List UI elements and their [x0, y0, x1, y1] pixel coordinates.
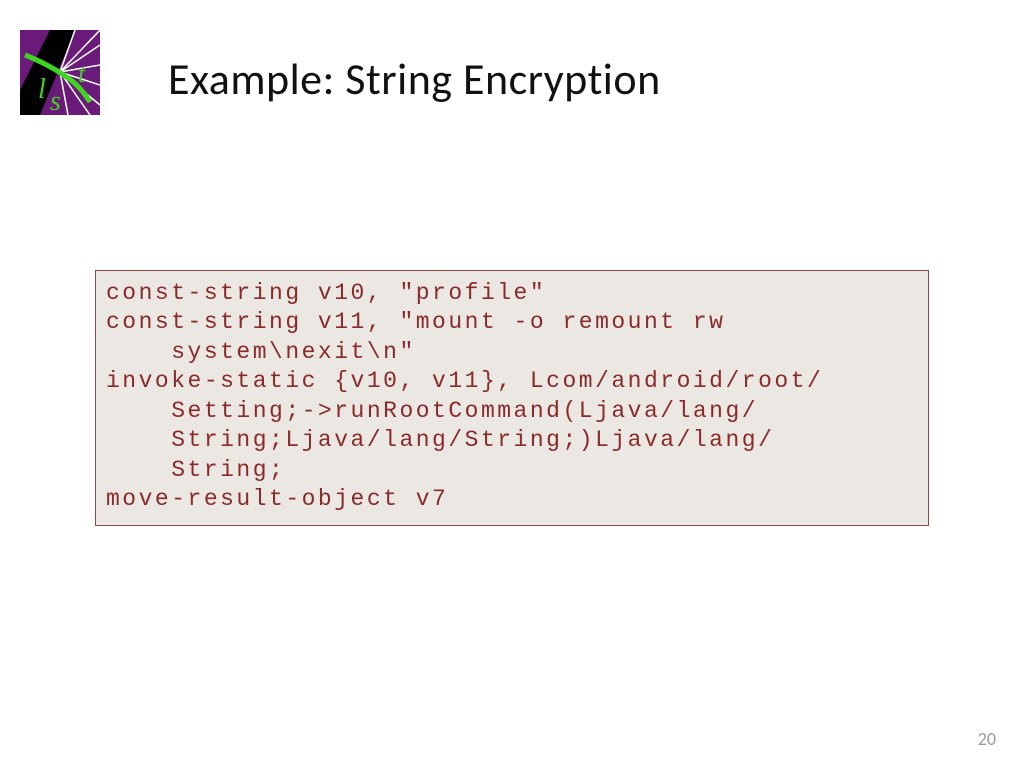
svg-text:s: s — [50, 86, 61, 115]
code-listing: const-string v10, "profile" const-string… — [106, 279, 918, 515]
svg-text:t: t — [78, 59, 86, 88]
slide-title: Example: String Encryption — [168, 52, 661, 106]
code-listing-box: const-string v10, "profile" const-string… — [95, 270, 929, 526]
svg-text:l: l — [38, 74, 46, 105]
list-logo: l s t — [20, 30, 100, 115]
page-number: 20 — [978, 728, 996, 750]
